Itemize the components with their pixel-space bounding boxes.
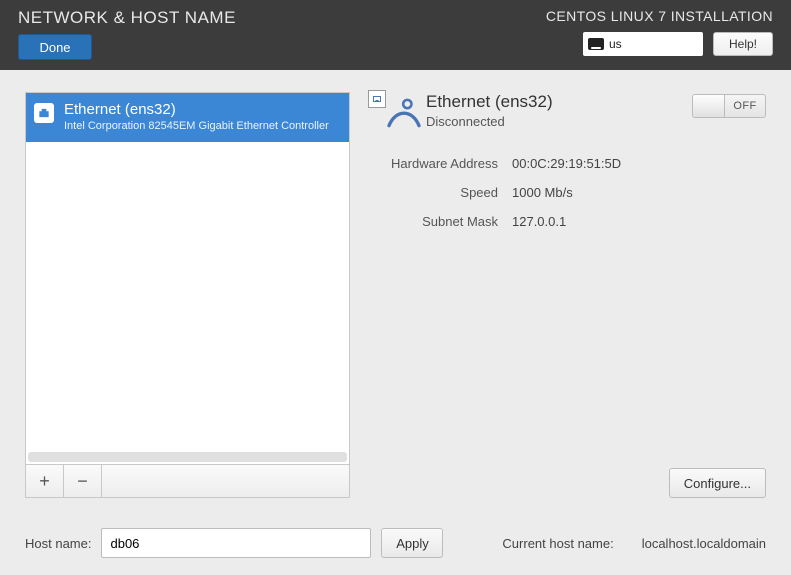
ethernet-icon [34,103,54,123]
network-cable-icon [382,92,426,136]
keyboard-layout-indicator[interactable]: us [583,32,703,56]
done-button[interactable]: Done [18,34,92,60]
speed-value: 1000 Mb/s [512,185,766,200]
keyboard-layout-label: us [609,37,622,51]
selected-interface-title: Ethernet (ens32) [426,92,553,112]
interface-description: Intel Corporation 82545EM Gigabit Ethern… [64,120,339,132]
list-item[interactable]: Ethernet (ens32) Intel Corporation 82545… [26,93,349,142]
current-hostname-value: localhost.localdomain [642,536,766,551]
add-interface-button[interactable]: + [26,465,64,497]
installer-title: CENTOS LINUX 7 INSTALLATION [546,8,773,24]
connection-toggle[interactable]: OFF [692,94,766,118]
subnet-mask-label: Subnet Mask [368,214,498,229]
help-button[interactable]: Help! [713,32,773,56]
configure-button[interactable]: Configure... [669,468,766,498]
connection-status: Disconnected [426,114,553,129]
speed-label: Speed [368,185,498,200]
subnet-mask-value: 127.0.0.1 [512,214,766,229]
hostname-label: Host name: [25,536,91,551]
scrollbar[interactable] [28,452,347,462]
hardware-address-label: Hardware Address [368,156,498,171]
hostname-input[interactable] [101,528,371,558]
current-hostname-label: Current host name: [502,536,613,551]
page-title: NETWORK & HOST NAME [18,8,236,28]
hardware-address-value: 00:0C:29:19:51:5D [512,156,766,171]
toggle-knob [693,95,725,117]
toggle-label: OFF [725,100,765,112]
apply-button[interactable]: Apply [381,528,443,558]
interface-name: Ethernet (ens32) [64,101,339,118]
remove-interface-button[interactable]: − [64,465,102,497]
keyboard-icon [588,38,604,50]
interface-list[interactable]: Ethernet (ens32) Intel Corporation 82545… [25,92,350,465]
